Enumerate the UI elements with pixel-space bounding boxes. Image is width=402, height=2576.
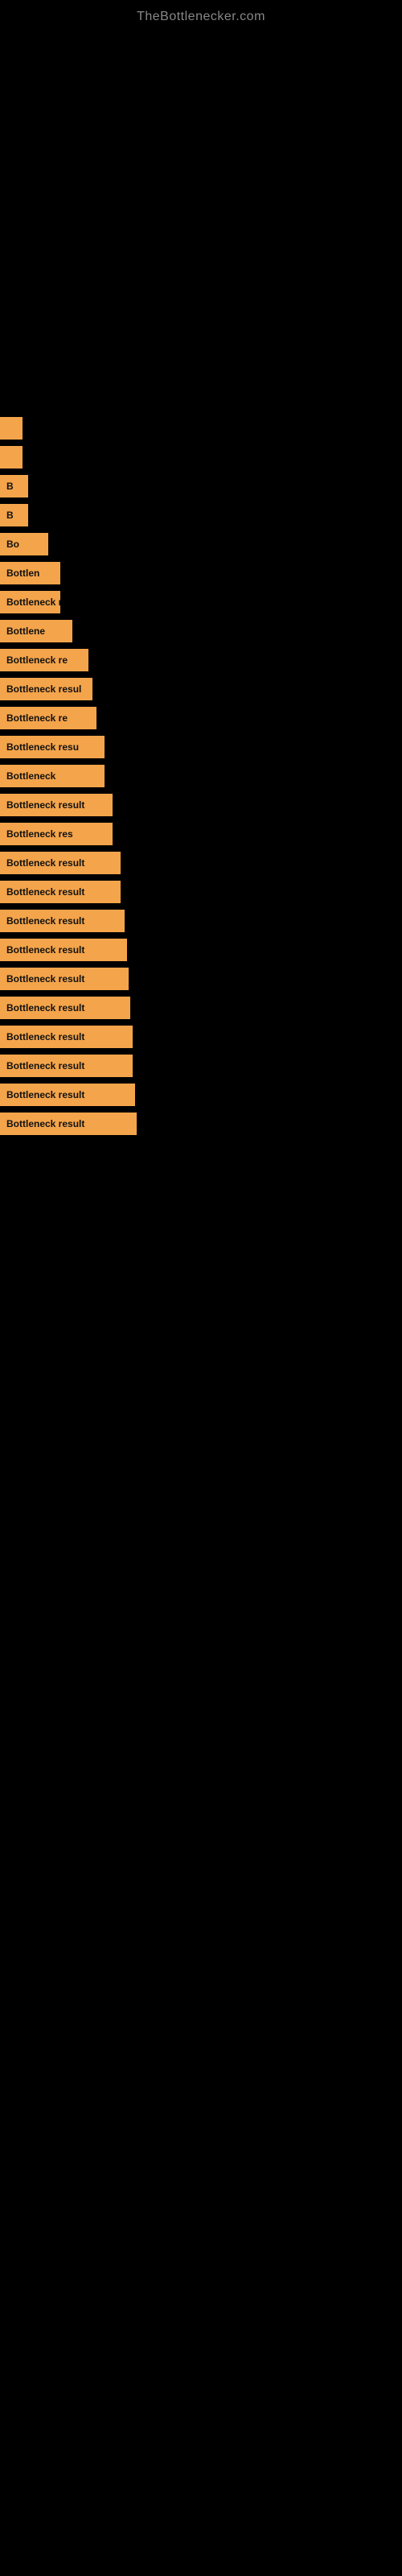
- list-item: Bottleneck result: [0, 997, 402, 1019]
- bottleneck-bar: Bottleneck res: [0, 823, 113, 845]
- bottleneck-bar: Bottleneck r: [0, 591, 60, 613]
- list-item: Bottleneck result: [0, 881, 402, 903]
- bars-section: BB Bo Bottlen Bottleneck r Bottlene Bottlenec…: [0, 417, 402, 1135]
- list-item: Bottleneck result: [0, 968, 402, 990]
- bottleneck-bar: Bottleneck result: [0, 852, 121, 874]
- bottleneck-bar: Bottleneck result: [0, 997, 130, 1019]
- list-item: B: [0, 504, 402, 526]
- bottleneck-bar: [0, 417, 23, 440]
- list-item: Bottleneck result: [0, 1084, 402, 1106]
- bottleneck-bar: Bottleneck resu: [0, 736, 105, 758]
- bottleneck-bar: Bottleneck result: [0, 910, 125, 932]
- list-item: Bottlen: [0, 562, 402, 584]
- bottleneck-bar: B: [0, 504, 28, 526]
- bottleneck-bar: B: [0, 475, 28, 497]
- bottleneck-bar: Bottlene: [0, 620, 72, 642]
- list-item: Bottleneck result: [0, 794, 402, 816]
- bottleneck-bar: Bottleneck result: [0, 1026, 133, 1048]
- list-item: Bottleneck result: [0, 852, 402, 874]
- bottleneck-bar: Bottleneck result: [0, 1084, 135, 1106]
- bottleneck-bar: Bottleneck re: [0, 649, 88, 671]
- bottleneck-bar: Bottleneck re: [0, 707, 96, 729]
- list-item: Bottleneck r: [0, 591, 402, 613]
- site-title: TheBottlenecker.com: [0, 0, 402, 31]
- list-item: Bottleneck result: [0, 1113, 402, 1135]
- bottleneck-bar: Bottleneck result: [0, 794, 113, 816]
- list-item: Bottleneck resul: [0, 678, 402, 700]
- bottleneck-bar: [0, 446, 23, 469]
- list-item: Bottleneck result: [0, 910, 402, 932]
- list-item: Bottlene: [0, 620, 402, 642]
- bottleneck-bar: Bo: [0, 533, 48, 555]
- list-item: Bo: [0, 533, 402, 555]
- list-item: [0, 417, 402, 440]
- list-item: Bottleneck: [0, 765, 402, 787]
- bottleneck-bar: Bottlen: [0, 562, 60, 584]
- list-item: Bottleneck result: [0, 1026, 402, 1048]
- list-item: [0, 446, 402, 469]
- list-item: Bottleneck resu: [0, 736, 402, 758]
- list-item: Bottleneck result: [0, 939, 402, 961]
- list-item: Bottleneck res: [0, 823, 402, 845]
- list-item: Bottleneck re: [0, 649, 402, 671]
- bottleneck-bar: Bottleneck result: [0, 881, 121, 903]
- bottleneck-bar: Bottleneck result: [0, 968, 129, 990]
- bottleneck-bar: Bottleneck resul: [0, 678, 92, 700]
- bottleneck-bar: Bottleneck: [0, 765, 105, 787]
- list-item: Bottleneck re: [0, 707, 402, 729]
- bottleneck-bar: Bottleneck result: [0, 939, 127, 961]
- list-item: B: [0, 475, 402, 497]
- bottleneck-bar: Bottleneck result: [0, 1113, 137, 1135]
- list-item: Bottleneck result: [0, 1055, 402, 1077]
- bottleneck-bar: Bottleneck result: [0, 1055, 133, 1077]
- chart-area: [0, 31, 402, 417]
- site-header: TheBottlenecker.com: [0, 0, 402, 31]
